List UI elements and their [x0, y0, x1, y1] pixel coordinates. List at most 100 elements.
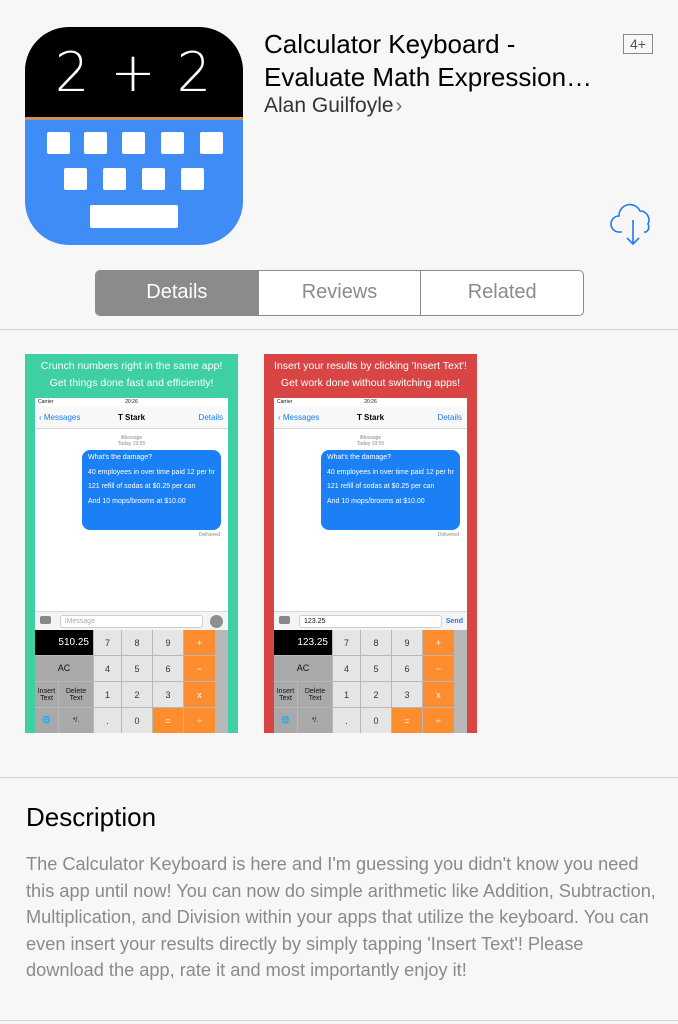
cloud-download-icon[interactable] — [610, 202, 656, 246]
header-divider — [0, 329, 678, 330]
delivered-label: Delivered — [437, 532, 459, 538]
message-bubble: What's the damage? 40 employees in over … — [321, 450, 460, 530]
camera-icon — [40, 616, 51, 624]
app-icon[interactable]: 2 + 2 — [25, 27, 243, 245]
app-header: 2 + 2 Calculator Keyboard - Evaluate Mat… — [0, 0, 678, 330]
screenshot-1[interactable]: Crunch numbers right in the same app! Ge… — [25, 354, 238, 733]
carrier-label: Carrier — [277, 399, 293, 405]
calc-key: 8 — [361, 630, 391, 655]
description-heading: Description — [26, 802, 157, 832]
developer-link[interactable]: Alan Guilfoyle › — [264, 94, 402, 118]
message-line: And 10 mops/brooms at $10.00 — [88, 497, 186, 505]
imessage-time: Today 19:55 — [117, 441, 146, 447]
imessage-time: Today 19:55 — [356, 441, 385, 447]
phone-screen: Carrier 20:26 ‹ Messages T Stark Details… — [274, 398, 467, 733]
microphone-icon — [210, 615, 223, 628]
message-input: iMessage — [60, 615, 203, 628]
app-icon-key — [181, 168, 204, 190]
message-line: 121 refill of sodas at $0.25 per can — [88, 483, 196, 490]
app-icon-key — [47, 132, 70, 154]
message-input-bar: 123.25 Send — [274, 611, 467, 630]
screenshots-divider — [0, 777, 678, 778]
calc-key: ÷ — [423, 708, 454, 733]
globe-icon: 🌐 — [35, 708, 58, 733]
calc-key-ac: AC — [35, 656, 93, 681]
app-icon-key — [161, 132, 184, 154]
details-link: Details — [437, 413, 462, 422]
chevron-right-icon: › — [395, 95, 403, 117]
tab-reviews[interactable]: Reviews — [259, 271, 422, 315]
calc-key: 1 — [333, 682, 360, 707]
tab-details[interactable]: Details — [96, 271, 259, 315]
status-bar: Carrier 20:26 — [274, 398, 467, 407]
calc-key: 9 — [153, 630, 183, 655]
calc-key: 0 — [361, 708, 391, 733]
calculator-keyboard: 510.25 7 8 9 + AC 4 5 6 − Insert Text De… — [35, 630, 228, 733]
app-icon-key — [122, 132, 145, 154]
calc-key: 1 — [94, 682, 121, 707]
developer-name: Alan Guilfoyle — [264, 94, 394, 117]
details-link: Details — [198, 413, 223, 422]
message-line: And 10 mops/brooms at $10.00 — [327, 497, 425, 505]
messages-navbar: ‹ Messages T Stark Details — [35, 407, 228, 429]
tab-related[interactable]: Related — [421, 271, 583, 315]
calc-key: x — [423, 682, 454, 707]
imessage-header: iMessage Today 19:55 — [274, 435, 467, 447]
calc-key-delete: Delete Text — [298, 682, 332, 707]
camera-icon — [279, 616, 290, 624]
calc-key: */. — [59, 708, 93, 733]
calc-key: 2 — [122, 682, 152, 707]
calc-key: x — [184, 682, 215, 707]
status-time: 20:26 — [125, 399, 138, 405]
calc-key: 7 — [333, 630, 360, 655]
globe-icon: 🌐 — [274, 708, 297, 733]
calc-key-delete: Delete Text — [59, 682, 93, 707]
calc-key: 3 — [153, 682, 183, 707]
calc-key: 3 — [392, 682, 422, 707]
calc-key: 6 — [392, 656, 422, 681]
message-input-bar: iMessage — [35, 611, 228, 630]
calc-key: + — [184, 630, 215, 655]
calc-key: 5 — [361, 656, 391, 681]
message-input: 123.25 — [299, 615, 442, 628]
calc-key: . — [94, 708, 121, 733]
segmented-control: Details Reviews Related — [95, 270, 584, 316]
message-bubble: What's the damage? 40 employees in over … — [82, 450, 221, 530]
app-icon-spacebar — [90, 205, 178, 228]
caption-line: Get work done without switching apps! — [280, 377, 461, 389]
calc-key: = — [153, 708, 183, 733]
calc-key: 6 — [153, 656, 183, 681]
screenshot-2[interactable]: Insert your results by clicking 'Insert … — [264, 354, 477, 733]
app-icon-key — [84, 132, 107, 154]
calc-display: 123.25 — [274, 630, 332, 655]
status-bar: Carrier 20:26 — [35, 398, 228, 407]
app-icon-key — [200, 132, 223, 154]
carrier-label: Carrier — [38, 399, 54, 405]
message-line: 121 refill of sodas at $0.25 per can — [327, 483, 435, 490]
send-button: Send — [445, 618, 463, 625]
calc-key: 8 — [122, 630, 152, 655]
delivered-label: Delivered — [198, 532, 220, 538]
app-title-line2: Evaluate Math Expression… — [264, 62, 593, 92]
imessage-header: iMessage Today 19:55 — [35, 435, 228, 447]
app-icon-key — [64, 168, 87, 190]
calc-key: + — [423, 630, 454, 655]
bottom-divider — [0, 1020, 678, 1021]
calc-key: ÷ — [184, 708, 215, 733]
calc-key: − — [423, 656, 454, 681]
calc-display: 510.25 — [35, 630, 93, 655]
calc-key: 7 — [94, 630, 121, 655]
status-time: 20:26 — [364, 399, 377, 405]
app-title-line1: Calculator Keyboard - — [264, 29, 516, 59]
app-icon-expression: 2 + 2 — [54, 41, 214, 104]
calculator-keyboard: 123.25 7 8 9 + AC 4 5 6 − Insert Text De… — [274, 630, 467, 733]
calc-key: 4 — [333, 656, 360, 681]
calc-key: . — [333, 708, 360, 733]
message-line: What's the damage? — [327, 454, 391, 461]
message-line: What's the damage? — [88, 454, 152, 461]
messages-navbar: ‹ Messages T Stark Details — [274, 407, 467, 429]
age-rating-badge: 4+ — [623, 34, 653, 54]
calc-key: 9 — [392, 630, 422, 655]
caption-line: Get things done fast and efficiently! — [49, 377, 214, 389]
calc-key: 0 — [122, 708, 152, 733]
